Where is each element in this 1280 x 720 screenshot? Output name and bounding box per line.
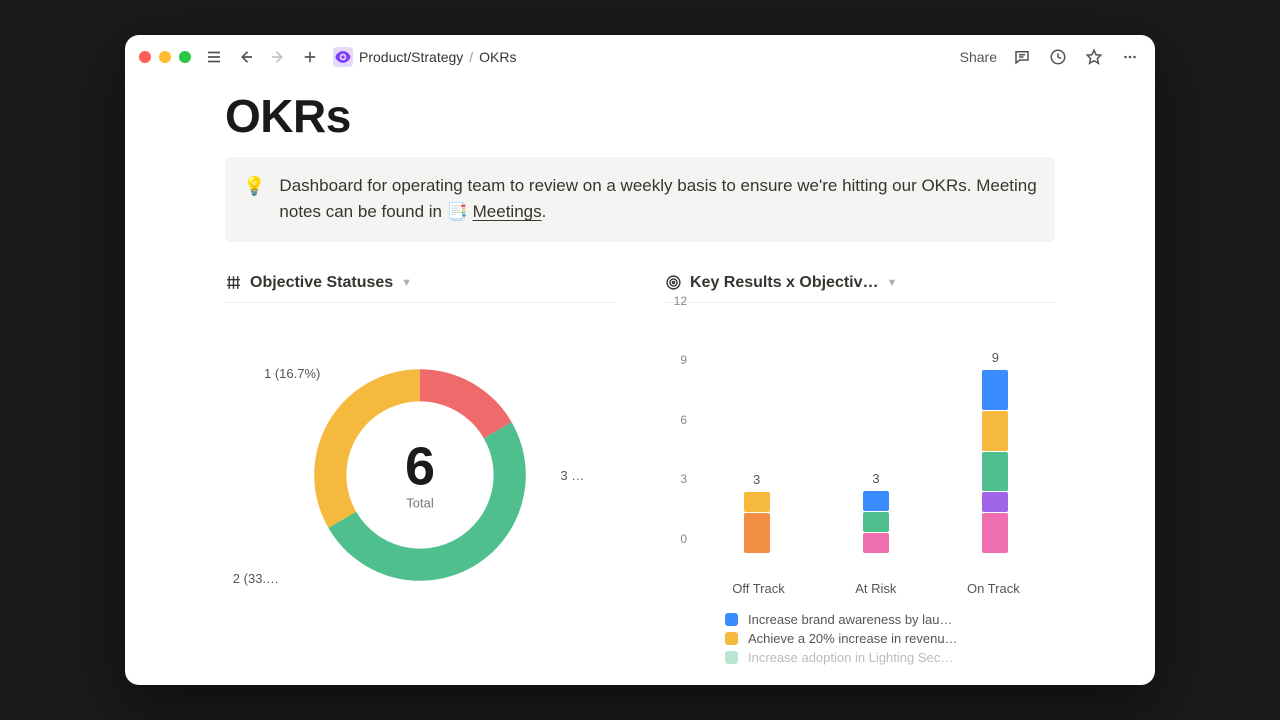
breadcrumb-separator: / bbox=[469, 49, 473, 65]
bar-segment[interactable] bbox=[982, 411, 1008, 451]
nav-controls bbox=[203, 46, 321, 68]
key-results-header[interactable]: Key Results x Objectiv… ▼ bbox=[665, 274, 1055, 303]
bar-segment[interactable] bbox=[982, 513, 1008, 553]
window-minimize-icon[interactable] bbox=[159, 51, 171, 63]
bar-segment[interactable] bbox=[982, 370, 1008, 410]
legend-swatch bbox=[725, 632, 738, 645]
topbar-right: Share bbox=[960, 46, 1141, 68]
page-title: OKRs bbox=[225, 89, 1055, 143]
comments-icon[interactable] bbox=[1011, 46, 1033, 68]
legend-item[interactable]: Increase brand awareness by lau… bbox=[725, 610, 1055, 629]
bar-total-label: 3 bbox=[753, 472, 760, 487]
legend-swatch bbox=[725, 613, 738, 626]
objective-statuses-header[interactable]: Objective Statuses ▼ bbox=[225, 274, 615, 303]
callout-text: Dashboard for operating team to review o… bbox=[279, 173, 1037, 226]
bar-segment[interactable] bbox=[744, 492, 770, 512]
y-tick: 9 bbox=[680, 353, 687, 367]
y-tick: 0 bbox=[680, 532, 687, 546]
meetings-link[interactable]: Meetings bbox=[473, 202, 542, 221]
bar-x-labels: Off Track At Risk On Track bbox=[697, 581, 1055, 596]
legend-item[interactable]: Achieve a 20% increase in revenu… bbox=[725, 629, 1055, 648]
updates-icon[interactable] bbox=[1047, 46, 1069, 68]
page-icon bbox=[333, 47, 353, 67]
bar-segment[interactable] bbox=[863, 533, 889, 553]
legend-label: Increase adoption in Lighting Sec… bbox=[748, 650, 953, 665]
bar-column[interactable]: 9 bbox=[982, 369, 1008, 552]
legend-swatch bbox=[725, 651, 738, 664]
view-title-text: Key Results x Objectiv… bbox=[690, 274, 879, 292]
x-tick-label: At Risk bbox=[855, 581, 896, 596]
bar-legend: Increase brand awareness by lau… Achieve … bbox=[725, 610, 1055, 667]
window-controls bbox=[139, 51, 191, 63]
bar-column[interactable]: 3 bbox=[863, 490, 889, 552]
key-results-panel: Key Results x Objectiv… ▼ 0 3 6 9 12 3 3 9 Off… bbox=[665, 274, 1055, 667]
bar-column[interactable]: 3 bbox=[744, 491, 770, 552]
breadcrumb: Product/Strategy / OKRs bbox=[333, 47, 517, 67]
bar-total-label: 9 bbox=[992, 350, 999, 365]
dashboard-columns: Objective Statuses ▼ 6 Total 3 … 2 (33.… 1… bbox=[225, 274, 1055, 667]
bar-segment[interactable] bbox=[863, 512, 889, 532]
donut-slice-label: 1 (16.7%) bbox=[264, 366, 320, 381]
donut-total-value: 6 bbox=[405, 439, 435, 493]
view-title-text: Objective Statuses bbox=[250, 274, 393, 292]
legend-label: Achieve a 20% increase in revenu… bbox=[748, 631, 958, 646]
chevron-down-icon: ▼ bbox=[401, 277, 412, 289]
x-tick-label: On Track bbox=[967, 581, 1020, 596]
bar-segment[interactable] bbox=[744, 513, 770, 553]
legend-item[interactable]: Increase adoption in Lighting Sec… bbox=[725, 648, 1055, 667]
objective-statuses-panel: Objective Statuses ▼ 6 Total 3 … 2 (33.… 1… bbox=[225, 274, 615, 667]
share-button[interactable]: Share bbox=[960, 49, 997, 65]
meetings-link-icon: 📑 bbox=[447, 202, 468, 221]
donut-slice[interactable] bbox=[420, 369, 512, 438]
donut-chart[interactable]: 6 Total 3 … 2 (33.… 1 (16.7%) bbox=[225, 315, 615, 635]
donut-total-label: Total bbox=[405, 495, 435, 510]
more-icon[interactable] bbox=[1119, 46, 1141, 68]
y-tick: 12 bbox=[674, 294, 687, 308]
hamburger-icon[interactable] bbox=[203, 46, 225, 68]
bar-segment[interactable] bbox=[982, 452, 1008, 492]
favorite-icon[interactable] bbox=[1083, 46, 1105, 68]
chevron-down-icon: ▼ bbox=[887, 277, 898, 289]
donut-slice-label: 2 (33.… bbox=[233, 571, 279, 586]
breadcrumb-parent[interactable]: Product/Strategy bbox=[359, 49, 463, 65]
view-icon bbox=[225, 274, 242, 291]
y-tick: 3 bbox=[680, 472, 687, 486]
legend-label: Increase brand awareness by lau… bbox=[748, 612, 953, 627]
target-icon bbox=[665, 274, 682, 291]
callout-body: Dashboard for operating team to review o… bbox=[279, 176, 1036, 221]
bar-segment[interactable] bbox=[982, 492, 1008, 512]
bar-total-label: 3 bbox=[872, 471, 879, 486]
y-tick: 6 bbox=[680, 413, 687, 427]
bar-chart[interactable]: 036912 339 bbox=[665, 315, 1055, 575]
x-tick-label: Off Track bbox=[732, 581, 785, 596]
app-window: Product/Strategy / OKRs Share OKRs 💡 bbox=[125, 35, 1155, 685]
donut-center: 6 Total bbox=[405, 439, 435, 510]
lightbulb-icon: 💡 bbox=[243, 173, 265, 226]
bar-segment[interactable] bbox=[863, 491, 889, 511]
page-body: OKRs 💡 Dashboard for operating team to r… bbox=[125, 79, 1155, 685]
window-close-icon[interactable] bbox=[139, 51, 151, 63]
window-zoom-icon[interactable] bbox=[179, 51, 191, 63]
donut-slice-label: 3 … bbox=[560, 468, 584, 483]
new-page-button[interactable] bbox=[299, 46, 321, 68]
back-button[interactable] bbox=[235, 46, 257, 68]
breadcrumb-current[interactable]: OKRs bbox=[479, 49, 516, 65]
callout-block: 💡 Dashboard for operating team to review… bbox=[225, 157, 1055, 242]
forward-button[interactable] bbox=[267, 46, 289, 68]
topbar: Product/Strategy / OKRs Share bbox=[125, 35, 1155, 79]
